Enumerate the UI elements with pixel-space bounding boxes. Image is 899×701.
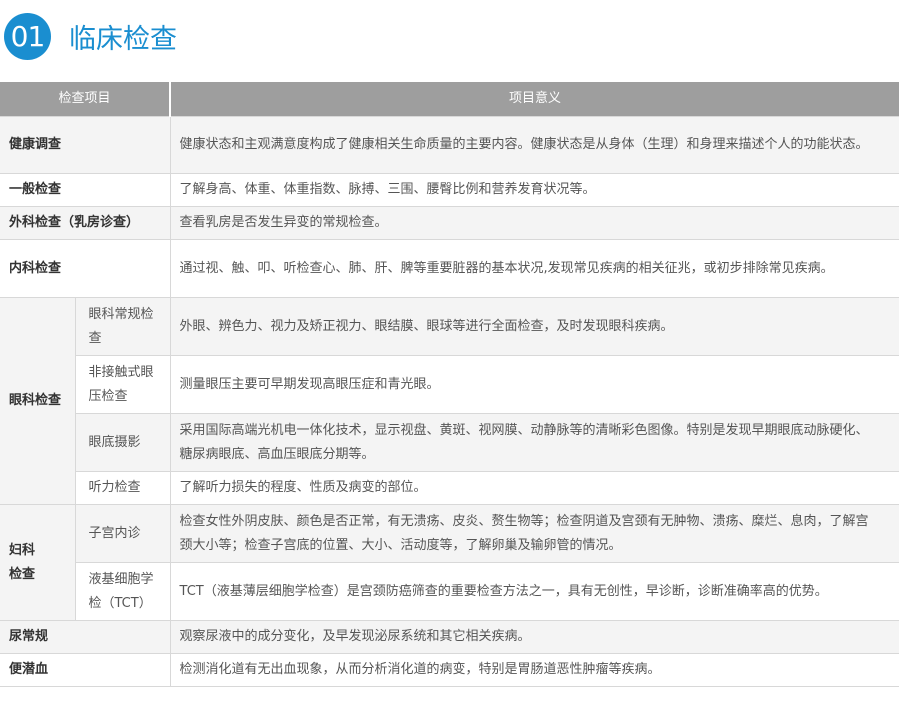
table-row: 听力检查 了解听力损失的程度、性质及病变的部位。 xyxy=(0,471,899,505)
row-meaning: 了解身高、体重、体重指数、脉搏、三围、腰臀比例和营养发育状况等。 xyxy=(170,173,899,207)
sub-item-name: 眼底摄影 xyxy=(75,413,171,472)
sub-item-name: 非接触式眼压检查 xyxy=(75,355,171,414)
table-row: 一般检查 了解身高、体重、体重指数、脉搏、三围、腰臀比例和营养发育状况等。 xyxy=(0,173,899,207)
section-title: 临床检查 xyxy=(69,23,177,55)
table-row: 内科检查 通过视、触、叩、听检查心、肺、肝、脾等重要脏器的基本状况,发现常见疾病… xyxy=(0,239,899,298)
row-category: 外科检查（乳房诊查） xyxy=(0,206,171,240)
row-meaning: 健康状态和主观满意度构成了健康相关生命质量的主要内容。健康状态是从身体（生理）和… xyxy=(170,116,899,174)
row-category-gyn: 妇科 检查 xyxy=(0,504,76,621)
table-header-row: 检查项目 项目意义 xyxy=(0,82,899,117)
section-header: 01 临床检查 xyxy=(0,12,177,60)
sub-item-name: 听力检查 xyxy=(75,471,171,505)
row-category: 尿常规 xyxy=(0,620,171,654)
row-meaning: 观察尿液中的成分变化，及早发现泌尿系统和其它相关疾病。 xyxy=(170,620,899,654)
table-row: 眼科检查 眼科常规检查 外眼、辨色力、视力及矫正视力、眼结膜、眼球等进行全面检查… xyxy=(0,297,899,505)
table-row: 尿常规 观察尿液中的成分变化，及早发现泌尿系统和其它相关疾病。 xyxy=(0,620,899,654)
table-row: 眼底摄影 采用国际高端光机电一体化技术，显示视盘、黄斑、视网膜、动静脉等的清晰彩… xyxy=(0,413,899,472)
row-category: 健康调查 xyxy=(0,116,171,174)
table-row: 便潜血 检测消化道有无出血现象，从而分析消化道的病变，特别是胃肠道恶性肿瘤等疾病… xyxy=(0,653,899,687)
row-meaning: 采用国际高端光机电一体化技术，显示视盘、黄斑、视网膜、动静脉等的清晰彩色图像。特… xyxy=(170,413,899,472)
table-row: 液基细胞学检（TCT） TCT（液基薄层细胞学检查）是宫颈防癌筛查的重要检查方法… xyxy=(0,562,899,621)
row-meaning: 查看乳房是否发生异变的常规检查。 xyxy=(170,206,899,240)
table-row: 妇科 检查 子宫内诊 检查女性外阴皮肤、颜色是否正常，有无溃疡、皮炎、赘生物等；… xyxy=(0,504,899,621)
row-meaning: 测量眼压主要可早期发现高眼压症和青光眼。 xyxy=(170,355,899,414)
row-category: 一般检查 xyxy=(0,173,171,207)
row-meaning: TCT（液基薄层细胞学检查）是宫颈防癌筛查的重要检查方法之一，具有无创性，早诊断… xyxy=(170,562,899,621)
table-row: 健康调查 健康状态和主观满意度构成了健康相关生命质量的主要内容。健康状态是从身体… xyxy=(0,116,899,174)
row-meaning: 了解听力损失的程度、性质及病变的部位。 xyxy=(170,471,899,505)
table-row: 非接触式眼压检查 测量眼压主要可早期发现高眼压症和青光眼。 xyxy=(0,355,899,414)
sub-item-name: 液基细胞学检（TCT） xyxy=(75,562,171,621)
row-meaning: 外眼、辨色力、视力及矫正视力、眼结膜、眼球等进行全面检查，及时发现眼科疾病。 xyxy=(170,297,899,356)
row-meaning: 通过视、触、叩、听检查心、肺、肝、脾等重要脏器的基本状况,发现常见疾病的相关征兆… xyxy=(170,239,899,298)
row-meaning: 检测消化道有无出血现象，从而分析消化道的病变，特别是胃肠道恶性肿瘤等疾病。 xyxy=(170,653,899,687)
column-header-meaning: 项目意义 xyxy=(170,82,899,117)
exam-table: 检查项目 项目意义 健康调查 健康状态和主观满意度构成了健康相关生命质量的主要内… xyxy=(0,82,899,687)
gyn-category-line1: 妇科 xyxy=(9,542,36,558)
gyn-category-line2: 检查 xyxy=(9,566,36,582)
row-category-eye: 眼科检查 xyxy=(0,297,76,505)
sub-item-name: 子宫内诊 xyxy=(75,504,171,563)
column-header-item: 检查项目 xyxy=(0,82,172,117)
row-meaning: 检查女性外阴皮肤、颜色是否正常，有无溃疡、皮炎、赘生物等；检查阴道及宫颈有无肿物… xyxy=(170,504,899,563)
row-category: 便潜血 xyxy=(0,653,171,687)
table-row: 外科检查（乳房诊查） 查看乳房是否发生异变的常规检查。 xyxy=(0,206,899,240)
sub-item-name: 眼科常规检查 xyxy=(75,297,171,356)
section-number-badge: 01 xyxy=(4,12,51,60)
row-category: 内科检查 xyxy=(0,239,171,298)
